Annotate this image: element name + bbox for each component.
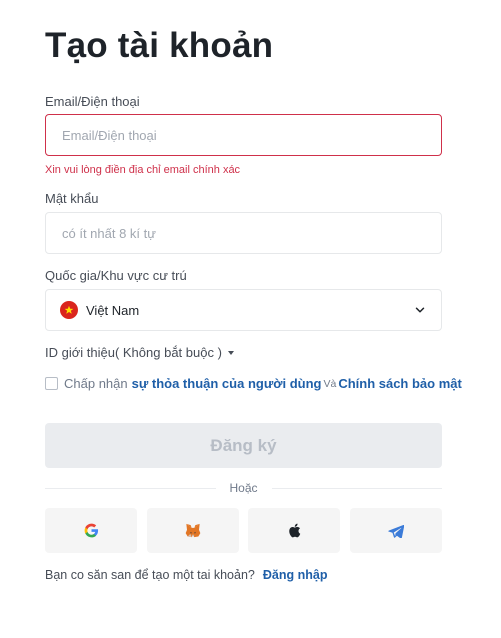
- terms-checkbox[interactable]: [45, 377, 58, 390]
- metamask-login-button[interactable]: [146, 508, 239, 553]
- chevron-down-icon: [415, 307, 425, 313]
- telegram-icon: [388, 524, 404, 538]
- google-icon: [84, 523, 98, 538]
- login-prompt-text: Bạn co săn san để tạo một tai khoản?: [45, 568, 255, 582]
- divider-line-right: [271, 487, 443, 489]
- vietnam-flag-icon: [60, 301, 78, 319]
- terms-conjunction: Và: [323, 377, 337, 390]
- referral-toggle[interactable]: ID giới thiệu( Không bắt buộc ): [45, 345, 234, 360]
- login-prompt: Bạn co săn san để tạo một tai khoản? Đăng…: [45, 568, 327, 582]
- divider-line-left: [45, 487, 216, 489]
- privacy-policy-link[interactable]: Chính sách bảo mật: [338, 376, 462, 391]
- apple-icon: [289, 523, 301, 538]
- caret-down-icon: [227, 350, 234, 355]
- password-input[interactable]: [60, 224, 427, 242]
- telegram-login-button[interactable]: [349, 508, 442, 553]
- terms-agreement: Chấp nhận sự thỏa thuận của người dùng V…: [45, 376, 462, 391]
- email-error-message: Xin vui lòng điền địa chỉ email chính xá…: [45, 164, 241, 176]
- terms-prefix: Chấp nhận: [64, 376, 128, 391]
- email-label: Email/Điện thoại: [45, 94, 140, 109]
- password-field-container: [45, 212, 442, 254]
- password-label: Mật khẩu: [45, 191, 99, 206]
- page-title: Tạo tài khoản: [45, 26, 274, 65]
- divider-label: Hoặc: [229, 481, 258, 495]
- country-selected-label: Việt Nam: [86, 302, 140, 318]
- google-login-button[interactable]: [45, 508, 137, 553]
- email-field-container: [45, 114, 442, 156]
- signup-button[interactable]: Đăng ký: [45, 423, 442, 468]
- country-select[interactable]: Việt Nam: [45, 289, 442, 331]
- country-selected: Việt Nam: [60, 301, 139, 319]
- referral-label: ID giới thiệu( Không bắt buộc ): [45, 345, 222, 360]
- email-input[interactable]: [60, 126, 427, 144]
- country-label: Quốc gia/Khu vực cư trú: [45, 268, 187, 283]
- apple-login-button[interactable]: [248, 508, 341, 553]
- social-login-row: [45, 508, 442, 553]
- or-divider: Hoặc: [45, 480, 443, 496]
- login-link[interactable]: Đăng nhập: [263, 568, 328, 582]
- user-agreement-link[interactable]: sự thỏa thuận của người dùng: [132, 376, 322, 391]
- metamask-icon: [185, 523, 200, 538]
